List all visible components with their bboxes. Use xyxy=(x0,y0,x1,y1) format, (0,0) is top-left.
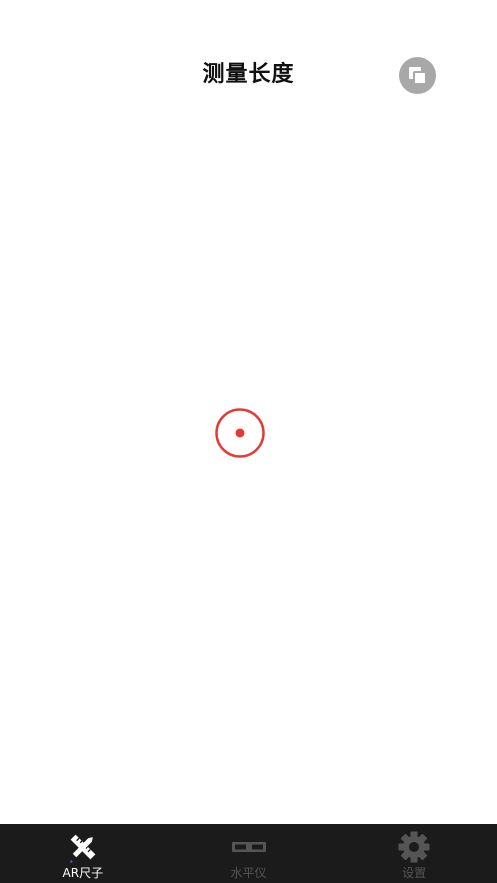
level-icon xyxy=(231,842,266,852)
tab-settings[interactable]: 设置 xyxy=(331,824,497,883)
copy-button[interactable] xyxy=(399,57,436,94)
ruler-pencil-icon xyxy=(69,834,96,863)
header: 测量长度 xyxy=(0,0,497,120)
bottom-tab-bar: AR尺子 水平仪 设置 xyxy=(0,824,497,883)
tab-ar-ruler[interactable]: AR尺子 xyxy=(0,824,166,883)
ar-ruler-screen: 测量长度 AR尺子 水平仪 设置 xyxy=(0,0,497,883)
gear-icon xyxy=(398,831,430,863)
tab-label: AR尺子 xyxy=(62,866,104,880)
tab-label: 设置 xyxy=(402,866,427,880)
copy-icon xyxy=(409,67,427,85)
tab-level[interactable]: 水平仪 xyxy=(166,824,332,883)
tab-label: 水平仪 xyxy=(230,866,267,880)
target-reticle-icon xyxy=(215,408,265,458)
